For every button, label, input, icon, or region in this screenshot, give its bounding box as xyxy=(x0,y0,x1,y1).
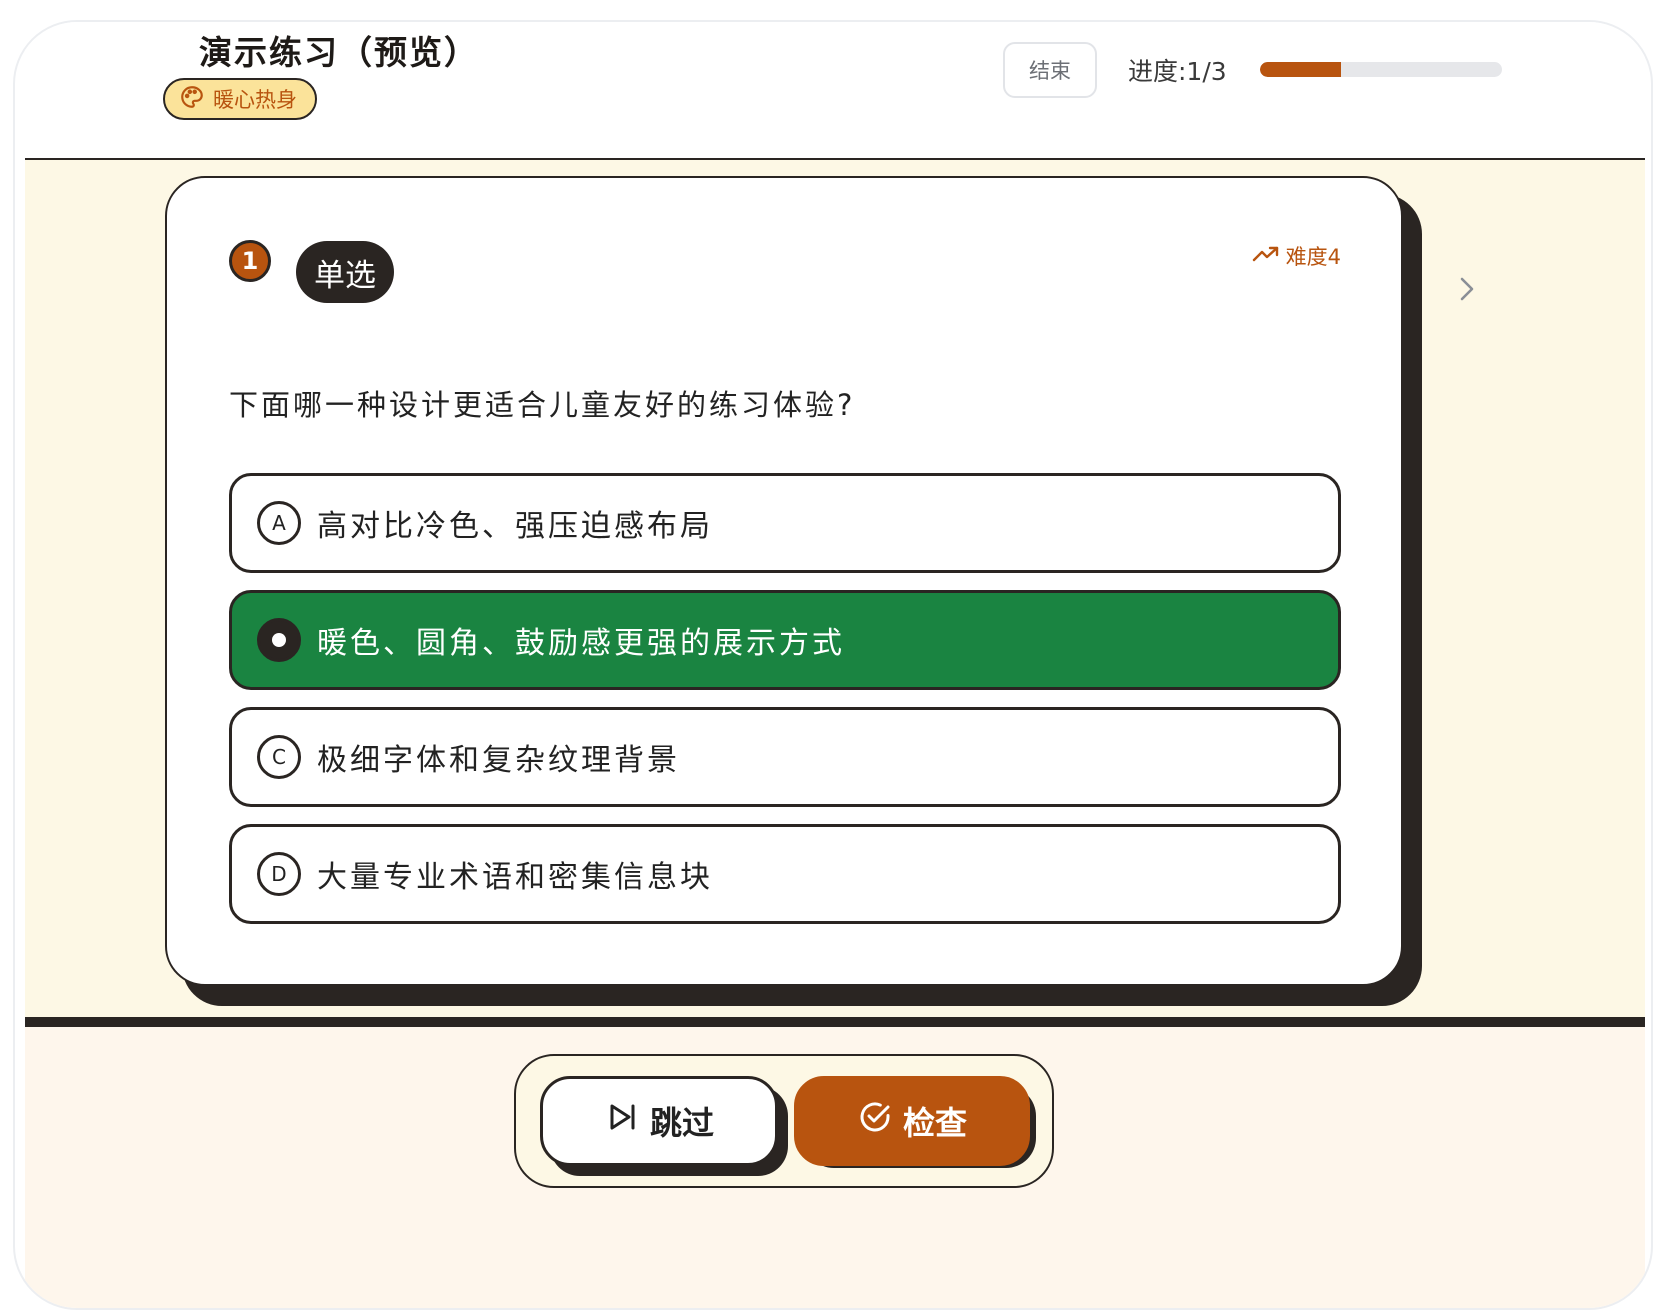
option-text: 极细字体和复杂纹理背景 xyxy=(317,743,680,778)
difficulty-label: 难度4 xyxy=(1285,245,1341,269)
progress-fill xyxy=(1260,62,1341,77)
option-a[interactable]: A 高对比冷色、强压迫感布局 xyxy=(229,473,1341,573)
question-number: 1 xyxy=(229,240,271,282)
skip-forward-icon xyxy=(604,1099,640,1143)
check-button[interactable]: 检查 xyxy=(794,1076,1030,1166)
option-text: 大量专业术语和密集信息块 xyxy=(317,860,713,895)
option-text: 高对比冷色、强压迫感布局 xyxy=(317,509,713,544)
question-type-badge: 单选 xyxy=(296,241,394,303)
trending-up-icon xyxy=(1252,244,1280,269)
category-tag: 暖心热身 xyxy=(163,78,317,120)
progress-bar xyxy=(1260,62,1502,77)
option-c[interactable]: C 极细字体和复杂纹理背景 xyxy=(229,707,1341,807)
radio-selected-icon xyxy=(257,618,301,662)
skip-button[interactable]: 跳过 xyxy=(540,1076,778,1166)
check-circle-icon xyxy=(857,1099,893,1143)
palette-icon xyxy=(179,84,205,115)
end-button[interactable]: 结束 xyxy=(1003,42,1097,98)
option-d[interactable]: D 大量专业术语和密集信息块 xyxy=(229,824,1341,924)
chevron-right-icon[interactable] xyxy=(1452,274,1482,304)
option-text: 暖色、圆角、鼓励感更强的展示方式 xyxy=(317,626,845,661)
tag-label: 暖心热身 xyxy=(213,88,297,112)
skip-label: 跳过 xyxy=(649,1104,714,1142)
option-letter: C xyxy=(257,735,301,779)
progress-label: 进度:1/3 xyxy=(1128,57,1227,86)
option-letter: A xyxy=(257,501,301,545)
page-title: 演示练习（预览） xyxy=(199,33,479,72)
check-label: 检查 xyxy=(902,1104,967,1142)
option-letter: D xyxy=(257,852,301,896)
difficulty-indicator: 难度4 xyxy=(1252,241,1341,271)
question-text: 下面哪一种设计更适合儿童友好的练习体验? xyxy=(229,388,856,422)
option-b-selected[interactable]: 暖色、圆角、鼓励感更强的展示方式 xyxy=(229,590,1341,690)
question-card: 1 单选 难度4 下面哪一种设计更适合儿童友好的练习体验? A 高对比冷色、强压… xyxy=(165,176,1403,986)
divider xyxy=(25,1017,1645,1027)
